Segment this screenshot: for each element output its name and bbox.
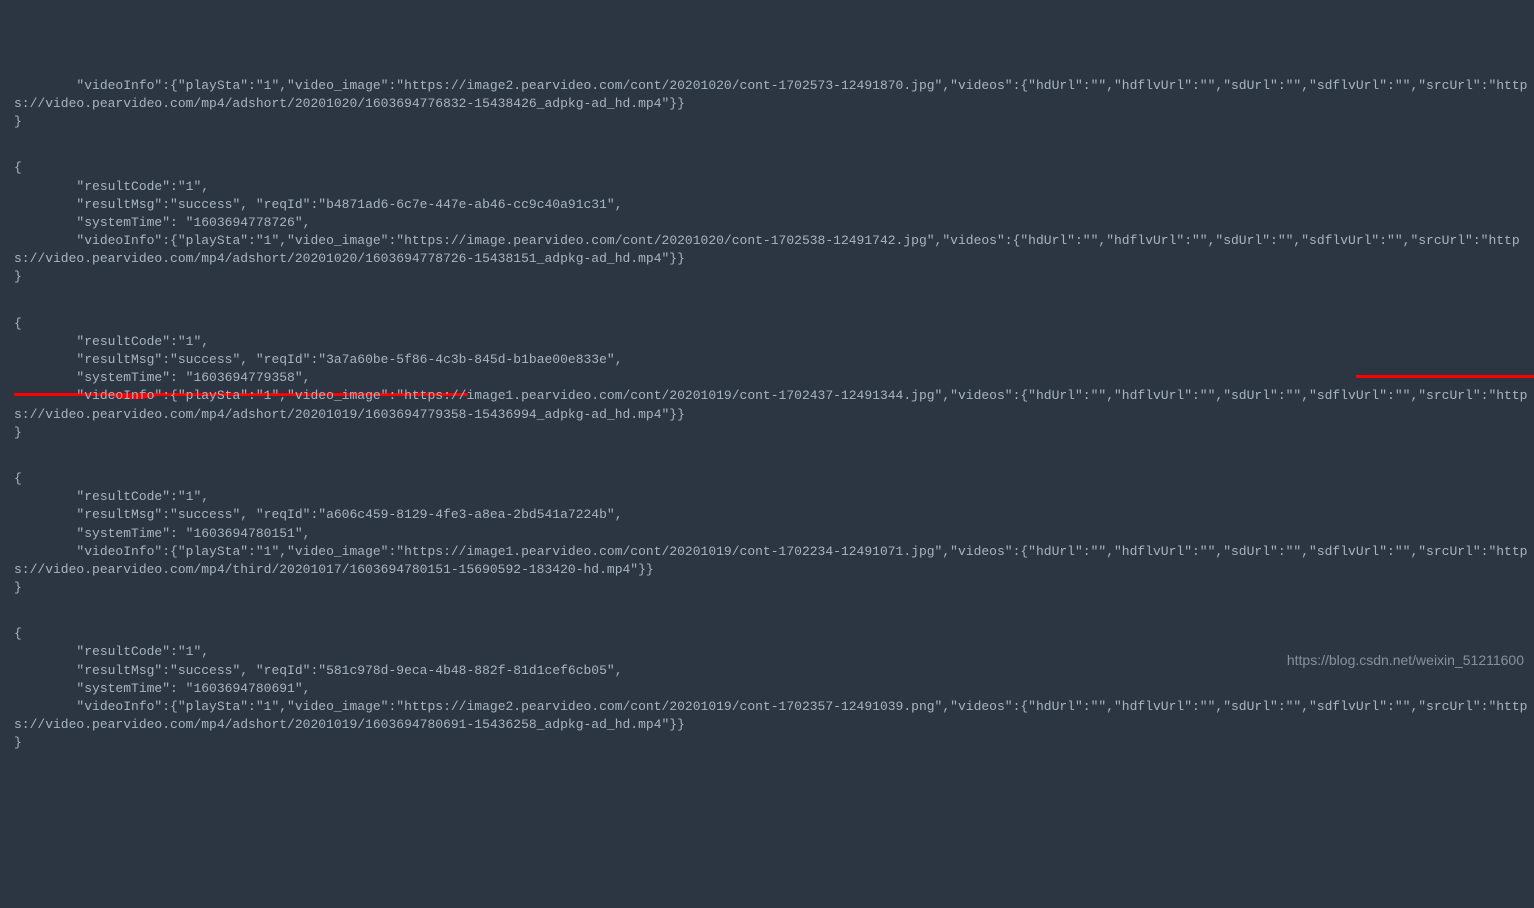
code-line: "resultCode":"1", xyxy=(14,178,1534,196)
code-line: "resultCode":"1", xyxy=(14,333,1534,351)
code-line: "systemTime": "1603694780151", xyxy=(14,525,1534,543)
code-line: { xyxy=(14,159,1534,177)
json-block: { "resultCode":"1", "resultMsg":"success… xyxy=(14,470,1534,597)
code-line: "videoInfo":{"playSta":"1","video_image"… xyxy=(14,698,1534,734)
code-line: } xyxy=(14,113,1534,131)
code-line: { xyxy=(14,315,1534,333)
code-line: "videoInfo":{"playSta":"1","video_image"… xyxy=(14,543,1534,579)
code-line: { xyxy=(14,625,1534,643)
code-output: "videoInfo":{"playSta":"1","video_image"… xyxy=(14,77,1534,753)
code-line: { xyxy=(14,470,1534,488)
code-line: "videoInfo":{"playSta":"1","video_image"… xyxy=(14,232,1534,268)
code-line: "videoInfo":{"playSta":"1","video_image"… xyxy=(14,387,1534,423)
code-line: "videoInfo":{"playSta":"1","video_image"… xyxy=(14,77,1534,113)
code-line: "systemTime": "1603694778726", xyxy=(14,214,1534,232)
code-line: "resultMsg":"success", "reqId":"3a7a60be… xyxy=(14,351,1534,369)
json-block: { "resultCode":"1", "resultMsg":"success… xyxy=(14,625,1534,752)
code-line: "systemTime": "1603694780691", xyxy=(14,680,1534,698)
code-line: } xyxy=(14,268,1534,286)
code-line: "systemTime": "1603694779358", xyxy=(14,369,1534,387)
code-line: } xyxy=(14,734,1534,752)
json-block: { "resultCode":"1", "resultMsg":"success… xyxy=(14,159,1534,286)
code-line: "resultMsg":"success", "reqId":"a606c459… xyxy=(14,506,1534,524)
code-line: "resultCode":"1", xyxy=(14,488,1534,506)
code-line: "resultMsg":"success", "reqId":"b4871ad6… xyxy=(14,196,1534,214)
json-block: "videoInfo":{"playSta":"1","video_image"… xyxy=(14,77,1534,132)
json-block: { "resultCode":"1", "resultMsg":"success… xyxy=(14,315,1534,442)
code-line: } xyxy=(14,579,1534,597)
code-line: } xyxy=(14,424,1534,442)
code-line: "resultMsg":"success", "reqId":"581c978d… xyxy=(14,662,1534,680)
code-line: "resultCode":"1", xyxy=(14,643,1534,661)
